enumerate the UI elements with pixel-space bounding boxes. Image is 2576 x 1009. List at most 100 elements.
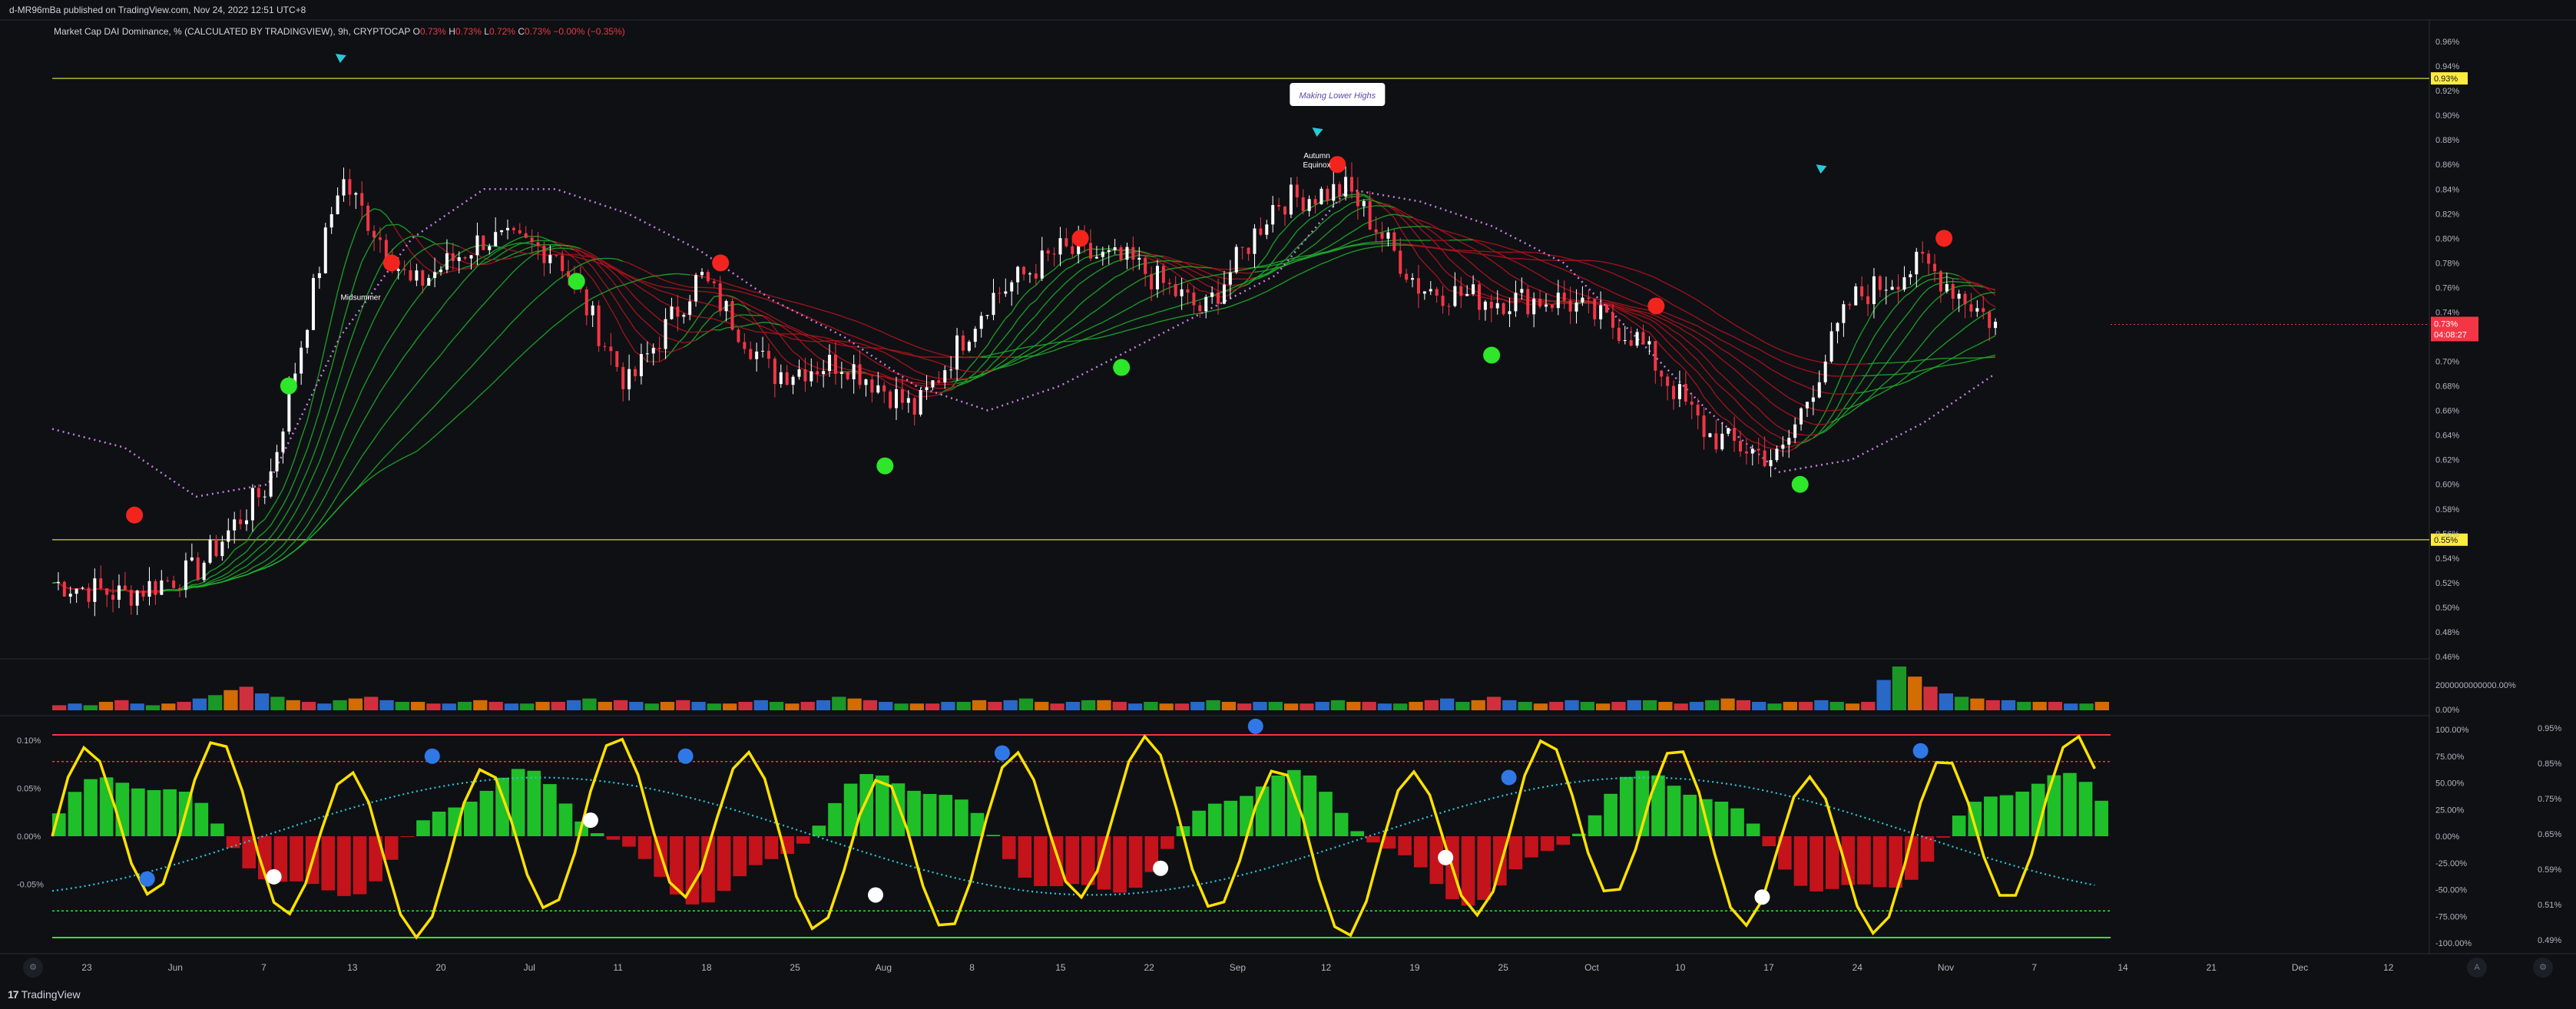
ribbon-line	[1297, 225, 1303, 230]
volume-bar	[1564, 700, 1578, 710]
candle-body	[354, 193, 357, 194]
ribbon-line	[1333, 240, 1339, 243]
ohlc-open-value: 0.73%	[420, 26, 446, 37]
ribbon-line	[453, 270, 459, 271]
oscillator-right-tick: -50.00%	[2435, 886, 2467, 895]
ribbon-line	[1266, 244, 1273, 255]
ribbon-line	[1437, 235, 1443, 240]
candle-body	[1939, 271, 1942, 291]
volume-bar	[754, 700, 768, 710]
volume-bar	[1720, 699, 1734, 710]
candle-body	[184, 561, 187, 590]
ribbon-line	[1182, 303, 1188, 305]
ribbon-line	[1018, 360, 1024, 362]
ribbon-line	[1182, 266, 1188, 267]
ribbon-line	[399, 224, 405, 227]
candle-body	[901, 389, 904, 403]
ribbon-line	[392, 443, 399, 449]
ribbon-line	[1838, 370, 1844, 385]
ribbon-line	[1698, 386, 1704, 397]
axis-settings-icon[interactable]: ⚙	[2533, 958, 2553, 978]
ribbon-line	[1194, 286, 1200, 290]
volume-axis-tick: 2000000000000.00%	[2435, 681, 2516, 690]
candle-body	[1035, 273, 1038, 279]
candle-body	[458, 257, 461, 261]
ribbon-line	[247, 554, 253, 559]
ribbon-line	[1346, 232, 1352, 236]
candle-body	[1703, 415, 1706, 437]
ribbon-line	[1321, 262, 1327, 264]
ribbon-line	[872, 344, 878, 346]
ribbon-line	[1910, 377, 1916, 380]
ribbon-line	[660, 290, 666, 292]
settings-icon[interactable]: ⚙	[23, 958, 43, 978]
ribbon-line	[368, 402, 374, 413]
auto-scale-icon[interactable]: A	[2467, 958, 2487, 978]
ribbon-line	[374, 430, 380, 439]
symbol-legend[interactable]: Market Cap DAI Dominance, % (CALCULATED …	[54, 26, 625, 37]
ribbon-line	[1734, 387, 1740, 393]
ribbon-line	[1747, 354, 1753, 357]
ribbon-line	[429, 244, 435, 247]
ribbon-line	[599, 276, 605, 284]
ribbon-line	[1722, 341, 1728, 344]
ribbon-line	[1728, 421, 1734, 427]
ribbon-line	[647, 283, 654, 284]
candle-body	[1180, 289, 1184, 296]
ribbon-line	[581, 262, 587, 264]
volume-bar	[1409, 702, 1422, 710]
ribbon-line	[459, 373, 465, 380]
ribbon-line	[289, 513, 295, 523]
ribbon-line	[1091, 291, 1097, 296]
ribbon-line	[326, 428, 332, 445]
ribbon-line	[921, 348, 927, 350]
ribbon-line	[295, 485, 301, 498]
ribbon-line	[1048, 309, 1055, 316]
ribbon-line	[562, 248, 568, 253]
ribbon-line	[1649, 332, 1655, 339]
ribbon-line	[1661, 346, 1667, 352]
candle-body	[882, 385, 886, 392]
ribbon-line	[222, 577, 228, 580]
volume-bar	[411, 702, 425, 710]
time-axis-tick: 12	[2383, 962, 2394, 973]
ribbon-line	[489, 291, 495, 298]
ribbon-line	[1582, 263, 1588, 264]
ribbon-line	[1916, 276, 1922, 282]
ribbon-line	[769, 323, 775, 324]
ribbon-line	[1260, 265, 1266, 266]
ribbon-line	[1443, 284, 1449, 290]
ribbon-line	[932, 377, 939, 379]
candle-body	[537, 242, 540, 246]
histogram-bar	[1018, 836, 1032, 878]
ribbon-line	[277, 559, 283, 562]
oscillator-white-marker	[868, 887, 883, 902]
candle-body	[1958, 294, 1961, 299]
candle-body	[828, 355, 831, 371]
ribbon-line	[1941, 342, 1947, 347]
histogram-bar	[527, 771, 541, 836]
ribbon-line	[623, 332, 629, 342]
ribbon-line	[635, 312, 641, 318]
ribbon-line	[1588, 280, 1594, 284]
histogram-bar	[1050, 836, 1064, 886]
candle-body	[1848, 304, 1851, 305]
ribbon-line	[1437, 260, 1443, 269]
candle-body	[506, 228, 509, 230]
ribbon-line	[514, 251, 520, 253]
candle-body	[1053, 253, 1056, 254]
ribbon-line	[1953, 274, 1959, 276]
candle-body	[415, 270, 418, 280]
ribbon-line	[216, 571, 222, 575]
oscillator-left-tick: -0.05%	[17, 881, 44, 890]
ribbon-line	[1631, 300, 1637, 303]
candle-body	[1381, 233, 1384, 239]
ribbon-line	[1899, 373, 1905, 374]
ribbon-line	[1170, 269, 1176, 273]
ribbon-line	[660, 359, 666, 362]
ribbon-line	[1546, 263, 1552, 265]
ribbon-line	[1947, 273, 1953, 274]
ohlc-close-value: 0.73%	[525, 26, 551, 37]
tradingview-brand[interactable]: 17TradingView	[8, 988, 81, 1001]
ribbon-line	[301, 449, 307, 465]
